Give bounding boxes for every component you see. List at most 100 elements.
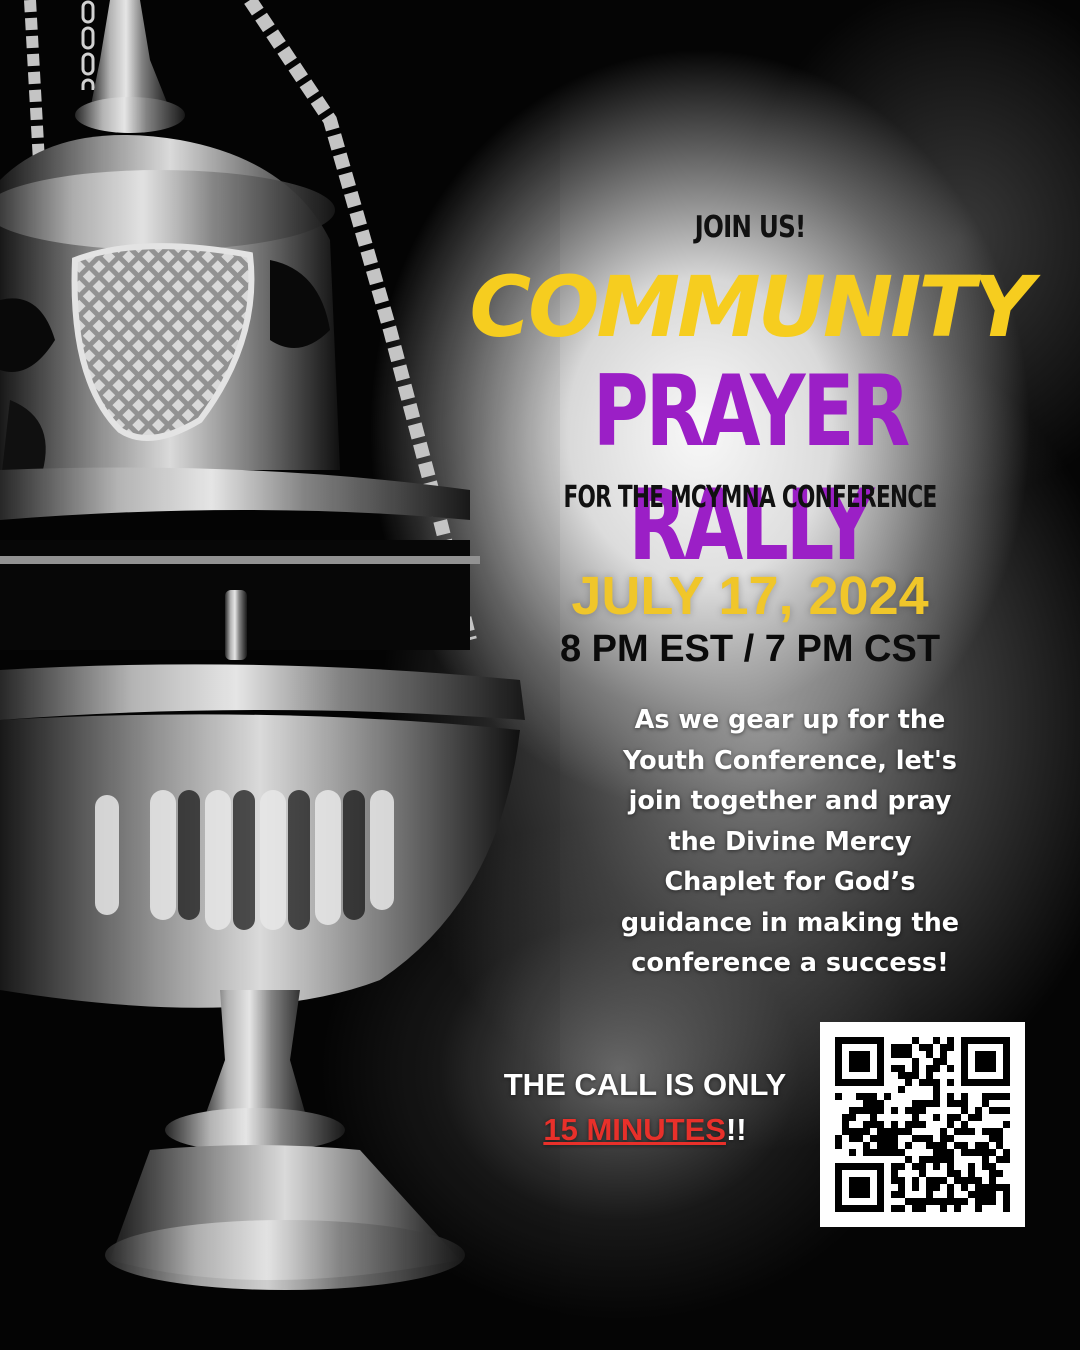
qr-module — [947, 1198, 954, 1205]
qr-module — [912, 1198, 919, 1205]
qr-module — [989, 1163, 996, 1170]
qr-module — [933, 1093, 940, 1100]
qr-module — [891, 1163, 898, 1170]
qr-module — [982, 1093, 989, 1100]
qr-module — [870, 1121, 877, 1128]
qr-module — [905, 1051, 912, 1058]
qr-module — [849, 1135, 856, 1142]
qr-module — [919, 1079, 926, 1086]
qr-module — [954, 1114, 961, 1121]
qr-module — [849, 1149, 856, 1156]
qr-module — [898, 1177, 905, 1184]
description-line: guidance in making the — [620, 907, 960, 938]
qr-module — [1003, 1107, 1010, 1114]
qr-module — [933, 1149, 940, 1156]
qr-module — [891, 1044, 898, 1051]
qr-module — [996, 1135, 1003, 1142]
qr-module — [940, 1177, 947, 1184]
qr-module — [926, 1156, 933, 1163]
qr-module — [982, 1191, 989, 1198]
qr-module — [842, 1121, 849, 1128]
qr-finder — [849, 1051, 870, 1072]
qr-module — [912, 1058, 919, 1065]
qr-module — [912, 1121, 919, 1128]
qr-module — [940, 1128, 947, 1135]
qr-module — [849, 1128, 856, 1135]
qr-module — [933, 1114, 940, 1121]
description-line: Chaplet for God’s — [664, 867, 916, 897]
qr-module — [933, 1177, 940, 1184]
qr-module — [863, 1121, 870, 1128]
qr-module — [982, 1156, 989, 1163]
qr-module — [891, 1065, 898, 1072]
qr-module — [835, 1093, 842, 1100]
qr-module — [926, 1072, 933, 1079]
qr-module — [884, 1149, 891, 1156]
qr-module — [989, 1128, 996, 1135]
qr-module — [898, 1065, 905, 1072]
qr-module — [863, 1128, 870, 1135]
qr-module — [849, 1107, 856, 1114]
qr-module — [996, 1184, 1003, 1191]
qr-module — [884, 1128, 891, 1135]
qr-module — [975, 1191, 982, 1198]
qr-module — [947, 1044, 954, 1051]
qr-module — [996, 1156, 1003, 1163]
qr-module — [898, 1205, 905, 1212]
qr-module — [912, 1184, 919, 1191]
qr-module — [954, 1128, 961, 1135]
qr-module — [940, 1135, 947, 1142]
qr-code-graphic — [820, 1022, 1025, 1227]
qr-module — [1003, 1149, 1010, 1156]
qr-module — [947, 1114, 954, 1121]
qr-module — [933, 1058, 940, 1065]
qr-module — [947, 1093, 954, 1100]
qr-module — [961, 1184, 968, 1191]
qr-module — [898, 1149, 905, 1156]
qr-module — [968, 1177, 975, 1184]
qr-module — [989, 1184, 996, 1191]
qr-module — [961, 1121, 968, 1128]
qr-module — [898, 1044, 905, 1051]
qr-module — [961, 1128, 968, 1135]
qr-module — [996, 1170, 1003, 1177]
qr-module — [891, 1191, 898, 1198]
qr-module — [954, 1170, 961, 1177]
qr-module — [856, 1107, 863, 1114]
qr-module — [947, 1037, 954, 1044]
qr-module — [1003, 1198, 1010, 1205]
qr-module — [919, 1121, 926, 1128]
qr-finder — [975, 1051, 996, 1072]
qr-module — [975, 1107, 982, 1114]
title-community: COMMUNITY — [469, 258, 1033, 356]
qr-module — [933, 1142, 940, 1149]
qr-module — [898, 1163, 905, 1170]
qr-module — [947, 1163, 954, 1170]
description: As we gear up for the Youth Conference, … — [590, 700, 990, 984]
qr-module — [933, 1079, 940, 1086]
call-duration-note: THE CALL IS ONLY 15 MINUTES!! — [470, 1062, 820, 1152]
qr-module — [926, 1177, 933, 1184]
qr-module — [989, 1198, 996, 1205]
qr-module — [898, 1184, 905, 1191]
qr-module — [905, 1079, 912, 1086]
qr-module — [905, 1198, 912, 1205]
qr-module — [926, 1198, 933, 1205]
title-prayer-rally: PRAYER RALLY — [592, 355, 911, 583]
qr-module — [905, 1121, 912, 1128]
qr-module — [863, 1107, 870, 1114]
qr-module — [919, 1205, 926, 1212]
qr-module — [856, 1128, 863, 1135]
qr-module — [947, 1079, 954, 1086]
event-time: 8 PM EST / 7 PM CST — [559, 628, 941, 670]
qr-module — [912, 1205, 919, 1212]
qr-code[interactable] — [820, 1022, 1025, 1227]
qr-module — [996, 1128, 1003, 1135]
description-line: conference a success! — [631, 948, 949, 978]
qr-module — [982, 1149, 989, 1156]
qr-module — [912, 1037, 919, 1044]
qr-module — [905, 1044, 912, 1051]
qr-module — [898, 1086, 905, 1093]
qr-module — [961, 1100, 968, 1107]
qr-module — [1003, 1121, 1010, 1128]
